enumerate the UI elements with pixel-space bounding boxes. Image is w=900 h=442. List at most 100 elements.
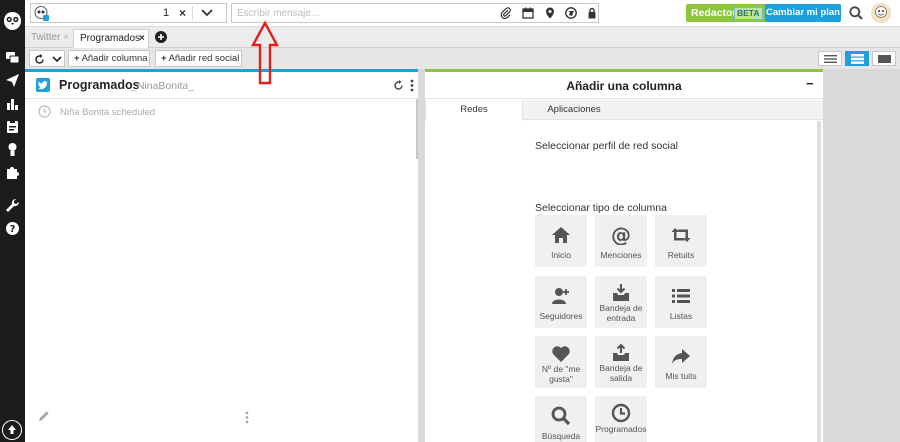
twitter-icon: [36, 78, 50, 92]
tile-label: Retuits: [667, 250, 695, 260]
compact-view-icon: [851, 54, 864, 64]
tile-listas[interactable]: Listas: [655, 276, 707, 328]
left-sidebar: ?: [0, 0, 25, 442]
tile-label: Bandeja de salida: [599, 363, 643, 383]
search-icon: [551, 406, 571, 426]
analytics-icon[interactable]: [5, 96, 20, 111]
column-title: Programados: [59, 78, 140, 92]
more-options-icon[interactable]: [245, 411, 249, 424]
divider: [192, 6, 193, 20]
heart-icon: [552, 346, 570, 362]
column-gap: [418, 69, 425, 442]
view-list-toggle[interactable]: [818, 51, 842, 66]
list-view-icon: [824, 55, 837, 63]
scheduled-message-text: Niña Bonita scheduled: [60, 107, 156, 118]
pencil-icon[interactable]: [38, 410, 50, 422]
view-wide-toggle[interactable]: [872, 51, 896, 66]
tab-redes[interactable]: Redes: [425, 100, 523, 121]
svg-text:@: @: [611, 225, 631, 245]
tile-busqueda[interactable]: Búsqueda: [535, 396, 587, 442]
calendar-icon[interactable]: [522, 7, 534, 19]
tile-label: Listas: [669, 311, 693, 321]
location-pin-icon[interactable]: [544, 7, 556, 19]
tile-seguidores[interactable]: Seguidores: [535, 276, 587, 328]
tile-me-gusta[interactable]: Nº de "me gusta": [535, 336, 587, 388]
attachment-icon[interactable]: [500, 7, 512, 19]
list-icon: [672, 289, 690, 303]
apps-puzzle-icon[interactable]: [5, 165, 20, 180]
minimize-button[interactable]: −: [806, 76, 814, 91]
refresh-menu-button[interactable]: [29, 50, 65, 67]
assignments-icon[interactable]: [5, 119, 20, 134]
tools-wrench-icon[interactable]: [5, 198, 20, 213]
tile-bandeja-salida[interactable]: Bandeja de salida: [595, 336, 647, 388]
view-compact-toggle[interactable]: [845, 51, 869, 66]
upload-icon[interactable]: [2, 420, 22, 440]
add-column-header: Añadir una columna −: [425, 72, 823, 99]
stream-toolbar: + Añadir columna + Añadir red social: [25, 48, 900, 69]
beta-badge: BETA: [734, 7, 763, 20]
add-column-title: Añadir una columna: [566, 79, 682, 93]
column-account: _NinaBonita_: [131, 80, 195, 92]
tile-label: Menciones: [600, 250, 642, 260]
close-tab-icon[interactable]: ×: [63, 29, 69, 47]
user-avatar[interactable]: [871, 3, 891, 23]
stream-column-programados: Programados _NinaBonita_ Niña Bonita sch…: [25, 69, 420, 442]
add-column-panel: Añadir una columna − Redes Aplicaciones …: [425, 69, 823, 442]
add-tab-icon[interactable]: [155, 31, 167, 43]
add-column-tabs: Redes Aplicaciones: [425, 100, 823, 121]
tile-retuits[interactable]: Retuits: [655, 215, 707, 267]
tile-label: Seguidores: [539, 311, 583, 321]
annotation-arrow-icon: [250, 20, 280, 85]
tab-programados[interactable]: Programados ×: [73, 29, 149, 48]
panel-scrollbar[interactable]: [817, 121, 821, 442]
tile-label: Mis tuits: [665, 371, 697, 381]
tile-bandeja-entrada[interactable]: Bandeja de entrada: [595, 276, 647, 328]
help-icon[interactable]: ?: [5, 221, 20, 236]
chevron-down-icon: [52, 56, 62, 63]
selected-profile-count: 1: [163, 7, 170, 19]
compose-message-input[interactable]: Escribir mensaje...: [231, 3, 599, 23]
workspace-background: [823, 69, 900, 442]
home-icon: [552, 227, 570, 243]
tab-aplicaciones[interactable]: Aplicaciones: [524, 100, 624, 120]
targeting-globe-icon[interactable]: [565, 7, 577, 19]
owl-logo-icon[interactable]: [3, 11, 22, 31]
publisher-icon[interactable]: [5, 73, 20, 88]
search-icon[interactable]: [849, 6, 863, 20]
add-column-button[interactable]: + Añadir columna: [68, 50, 150, 67]
tile-label: Bandeja de entrada: [599, 303, 643, 323]
tile-inicio[interactable]: Inicio: [535, 215, 587, 267]
close-tab-icon[interactable]: ×: [139, 30, 145, 48]
campaigns-icon[interactable]: [5, 142, 20, 157]
change-plan-button[interactable]: Cambiar mi plan: [765, 4, 841, 22]
wide-view-icon: [878, 55, 891, 63]
select-profile-label: Seleccionar perfil de red social: [535, 140, 678, 152]
compose-placeholder: Escribir mensaje...: [237, 8, 320, 19]
redactor-label: Redactor: [691, 7, 737, 19]
clear-profiles-button[interactable]: ×: [179, 6, 186, 20]
profile-avatar-icon: [34, 6, 49, 21]
more-options-icon[interactable]: [410, 79, 414, 92]
tile-label: Búsqueda: [541, 431, 581, 441]
outbox-icon: [613, 343, 629, 361]
svg-text:?: ?: [10, 224, 16, 235]
privacy-lock-icon[interactable]: [586, 7, 598, 19]
clock-icon: [38, 105, 51, 118]
chevron-down-icon[interactable]: [201, 9, 213, 17]
profile-picker[interactable]: 1 ×: [30, 3, 227, 23]
streams-icon[interactable]: [5, 50, 20, 65]
tab-twitter[interactable]: Twitter ×: [25, 29, 71, 48]
tile-label: Nº de "me gusta": [541, 364, 581, 384]
tile-programados[interactable]: Programados: [595, 396, 647, 442]
refresh-icon[interactable]: [393, 80, 404, 91]
plus-icon: +: [161, 53, 167, 64]
retweet-icon: [671, 228, 691, 242]
clock-icon: [611, 403, 631, 423]
add-follower-icon: [552, 288, 569, 304]
tab-label: Twitter: [31, 32, 61, 43]
tile-mis-tuits[interactable]: Mis tuits: [655, 336, 707, 388]
add-social-network-button[interactable]: + Añadir red social: [155, 50, 242, 67]
tile-label: Inicio: [551, 250, 571, 260]
tile-menciones[interactable]: @ Menciones: [595, 215, 647, 267]
